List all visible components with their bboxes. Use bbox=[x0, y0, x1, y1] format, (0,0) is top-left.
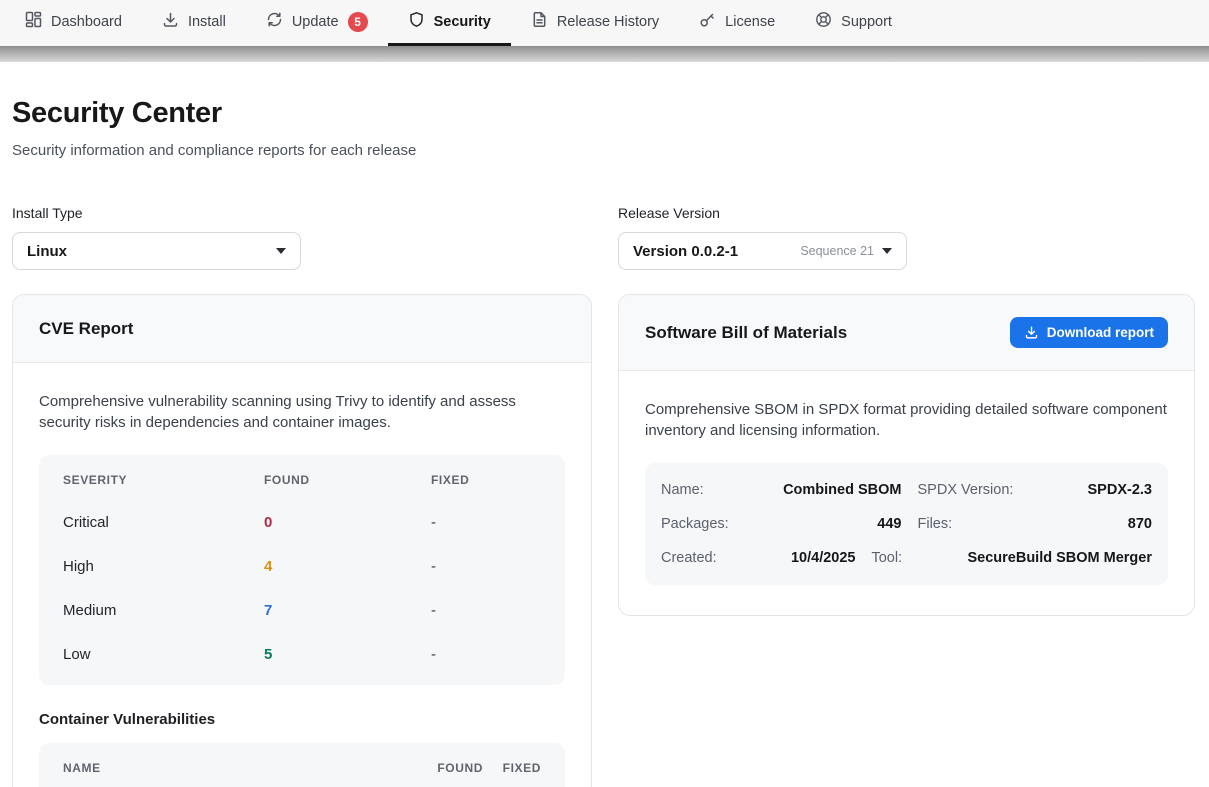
tab-label: Release History bbox=[557, 14, 659, 30]
cve-card-title: CVE Report bbox=[39, 319, 133, 339]
dashboard-icon bbox=[25, 11, 42, 32]
info-label: Tool: bbox=[871, 550, 967, 566]
install-icon bbox=[162, 11, 179, 32]
col-fixed: FIXED bbox=[431, 473, 541, 487]
severity-table: SEVERITY FOUND FIXED Critical 0 - High 4… bbox=[39, 455, 565, 685]
severity-label: Medium bbox=[63, 601, 264, 621]
found-count: 0 bbox=[264, 513, 431, 533]
table-row-high: High 4 - bbox=[39, 545, 565, 589]
tab-label: Update bbox=[292, 14, 339, 30]
tab-release-history[interactable]: Release History bbox=[511, 0, 679, 46]
info-label: Files: bbox=[918, 516, 1014, 532]
chevron-down-icon bbox=[276, 248, 286, 254]
cve-report-card: CVE Report Comprehensive vulnerability s… bbox=[12, 294, 592, 787]
filters-row: Install Type Linux Release Version Versi… bbox=[12, 205, 1197, 270]
tab-update[interactable]: Update 5 bbox=[246, 0, 388, 46]
fixed-count: - bbox=[431, 513, 541, 533]
sbom-card: Software Bill of Materials Download repo… bbox=[618, 294, 1195, 616]
fixed-count: - bbox=[431, 601, 541, 621]
install-type-label: Install Type bbox=[12, 205, 592, 221]
page-title: Security Center bbox=[12, 97, 1197, 130]
cve-card-body: Comprehensive vulnerability scanning usi… bbox=[13, 363, 591, 787]
page-subtitle: Security information and compliance repo… bbox=[12, 142, 1197, 159]
col-name: NAME bbox=[63, 761, 407, 775]
cve-card-header: CVE Report bbox=[13, 295, 591, 363]
document-icon bbox=[531, 11, 548, 32]
sbom-card-header: Software Bill of Materials Download repo… bbox=[619, 295, 1194, 371]
download-button-label: Download report bbox=[1047, 325, 1154, 340]
cve-description: Comprehensive vulnerability scanning usi… bbox=[39, 391, 565, 434]
release-version-select[interactable]: Version 0.0.2-1 Sequence 21 bbox=[618, 232, 907, 270]
cards-row: CVE Report Comprehensive vulnerability s… bbox=[12, 294, 1197, 787]
info-value: SPDX-2.3 bbox=[1014, 482, 1153, 498]
col-found: FOUND bbox=[407, 761, 483, 775]
table-row-medium: Medium 7 - bbox=[39, 589, 565, 633]
life-buoy-icon bbox=[815, 11, 832, 32]
info-value: 870 bbox=[1014, 516, 1153, 532]
info-value: Combined SBOM bbox=[763, 482, 902, 498]
sbom-card-body: Comprehensive SBOM in SPDX format provid… bbox=[619, 371, 1194, 615]
severity-table-header: SEVERITY FOUND FIXED bbox=[39, 455, 565, 501]
info-label: Created: bbox=[661, 550, 763, 566]
info-value: 10/4/2025 bbox=[763, 550, 855, 566]
col-found: FOUND bbox=[264, 473, 431, 487]
fixed-count: - bbox=[431, 645, 541, 665]
found-count: 4 bbox=[264, 557, 431, 577]
severity-label: Low bbox=[63, 645, 264, 665]
tab-install[interactable]: Install bbox=[142, 0, 246, 46]
info-label: Name: bbox=[661, 482, 763, 498]
shield-icon bbox=[408, 11, 425, 32]
container-vulnerabilities-title: Container Vulnerabilities bbox=[39, 711, 565, 728]
main-content: Security Center Security information and… bbox=[0, 97, 1209, 787]
release-version-value: Version 0.0.2-1 bbox=[633, 243, 738, 260]
table-row-low: Low 5 - bbox=[39, 633, 565, 677]
sbom-card-title: Software Bill of Materials bbox=[645, 323, 847, 343]
nav-shadow-divider bbox=[0, 46, 1209, 62]
table-row: Name: Combined SBOM SPDX Version: SPDX-2… bbox=[661, 473, 1152, 507]
update-refresh-icon bbox=[266, 11, 283, 32]
severity-label: High bbox=[63, 557, 264, 577]
tab-label: Dashboard bbox=[51, 14, 122, 30]
container-vulnerabilities-table: NAME FOUND FIXED bbox=[39, 743, 565, 787]
info-value: 449 bbox=[763, 516, 902, 532]
key-icon bbox=[699, 11, 716, 32]
update-count-badge: 5 bbox=[348, 12, 368, 32]
download-icon bbox=[1024, 325, 1039, 340]
top-nav: Dashboard Install Update 5 Security bbox=[0, 0, 1209, 46]
tab-label: License bbox=[725, 14, 775, 30]
release-version-label: Release Version bbox=[618, 205, 1195, 221]
table-row: Packages: 449 Files: 870 bbox=[661, 507, 1152, 541]
release-version-filter: Release Version Version 0.0.2-1 Sequence… bbox=[618, 205, 1195, 270]
install-type-value: Linux bbox=[27, 243, 67, 260]
download-report-button[interactable]: Download report bbox=[1010, 317, 1168, 348]
found-count: 7 bbox=[264, 601, 431, 621]
col-fixed: FIXED bbox=[483, 761, 541, 775]
tab-dashboard[interactable]: Dashboard bbox=[5, 0, 142, 46]
found-count: 5 bbox=[264, 645, 431, 665]
severity-label: Critical bbox=[63, 513, 264, 533]
chevron-down-icon bbox=[882, 248, 892, 254]
info-value: SecureBuild SBOM Merger bbox=[967, 550, 1152, 566]
table-row-critical: Critical 0 - bbox=[39, 501, 565, 545]
tab-label: Install bbox=[188, 14, 226, 30]
tab-support[interactable]: Support bbox=[795, 0, 912, 46]
info-label: SPDX Version: bbox=[918, 482, 1014, 498]
sbom-info-table: Name: Combined SBOM SPDX Version: SPDX-2… bbox=[645, 463, 1168, 585]
fixed-count: - bbox=[431, 557, 541, 577]
tab-security[interactable]: Security bbox=[388, 0, 511, 46]
container-table-header: NAME FOUND FIXED bbox=[39, 743, 565, 787]
sbom-description: Comprehensive SBOM in SPDX format provid… bbox=[645, 399, 1168, 442]
install-type-select[interactable]: Linux bbox=[12, 232, 301, 270]
tab-label: Security bbox=[434, 14, 491, 30]
sequence-badge: Sequence 21 bbox=[800, 244, 874, 258]
info-label: Packages: bbox=[661, 516, 763, 532]
table-row: Created: 10/4/2025 Tool: SecureBuild SBO… bbox=[661, 541, 1152, 575]
tab-license[interactable]: License bbox=[679, 0, 795, 46]
col-severity: SEVERITY bbox=[63, 473, 264, 487]
tab-label: Support bbox=[841, 14, 892, 30]
install-type-filter: Install Type Linux bbox=[12, 205, 592, 270]
